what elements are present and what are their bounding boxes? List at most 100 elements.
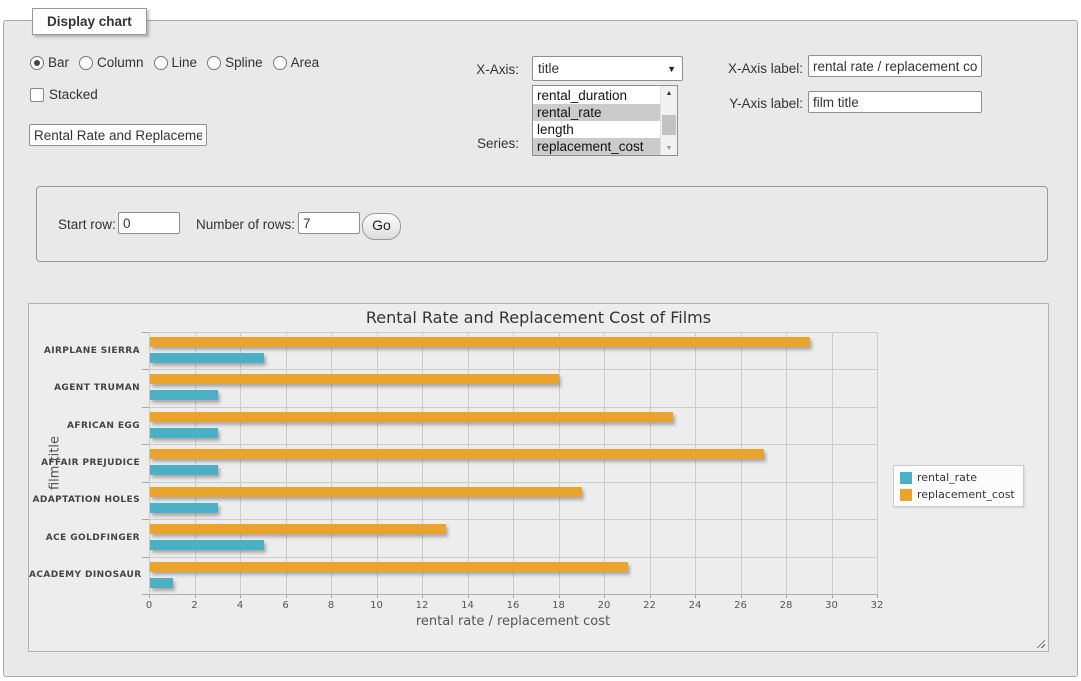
legend-swatch-icon <box>900 472 912 484</box>
replacement_cost-bar[interactable] <box>150 449 764 459</box>
chart-type-spline[interactable]: Spline <box>207 55 263 70</box>
gridline <box>422 332 423 594</box>
x-tick-label: 16 <box>507 600 520 611</box>
gridline <box>149 407 877 408</box>
gridline <box>149 332 877 333</box>
x-tick-label: 26 <box>734 600 747 611</box>
gridline <box>604 332 605 594</box>
replacement_cost-bar[interactable] <box>150 524 446 534</box>
chart-type-column[interactable]: Column <box>79 55 144 70</box>
start-row-label: Start row: <box>58 217 116 232</box>
gridline <box>741 332 742 594</box>
chart: Rental Rate and Replacement Cost of Film… <box>28 303 1049 652</box>
gridline <box>786 332 787 594</box>
resize-handle-icon[interactable] <box>1035 638 1045 648</box>
gridline <box>695 332 696 594</box>
x-axis-select[interactable]: title ▼ <box>532 56 683 81</box>
series-option-length[interactable]: length <box>533 121 660 138</box>
x-tick-label: 22 <box>643 600 656 611</box>
replacement_cost-bar[interactable] <box>150 412 673 422</box>
chevron-down-icon: ▼ <box>667 64 682 74</box>
category-label: AGENT TRUMAN <box>29 383 140 393</box>
replacement_cost-bar[interactable] <box>150 562 628 572</box>
gridline <box>149 482 877 483</box>
stacked-checkbox-row[interactable]: Stacked <box>30 87 98 102</box>
num-rows-input[interactable] <box>298 212 360 234</box>
y-tick <box>142 407 149 408</box>
rental_rate-bar[interactable] <box>150 353 264 363</box>
x-axis-line <box>149 594 878 595</box>
legend-label: rental_rate <box>917 471 977 484</box>
gridline <box>149 369 877 370</box>
category-label: AFRICAN EGG <box>29 421 140 431</box>
radio-icon[interactable] <box>79 56 93 70</box>
series-option-rental_rate[interactable]: rental_rate <box>533 104 660 121</box>
radio-icon[interactable] <box>30 56 44 70</box>
y-axis-label-caption: Y-Axis label: <box>703 96 803 111</box>
gridline <box>877 332 878 594</box>
radio-label: Spline <box>225 55 263 70</box>
radio-label: Line <box>172 55 198 70</box>
chart-type-line[interactable]: Line <box>154 55 198 70</box>
row-controls-box <box>36 186 1048 262</box>
rental_rate-bar[interactable] <box>150 465 218 475</box>
rental_rate-bar[interactable] <box>150 578 173 588</box>
x-tick-label: 0 <box>146 600 152 611</box>
y-tick <box>142 594 149 595</box>
scroll-up-icon[interactable]: ▲ <box>661 86 677 100</box>
rental_rate-bar[interactable] <box>150 540 264 550</box>
series-option-rental_duration[interactable]: rental_duration <box>533 87 660 104</box>
rental_rate-bar[interactable] <box>150 390 218 400</box>
y-tick <box>142 369 149 370</box>
radio-icon[interactable] <box>273 56 287 70</box>
series-listbox[interactable]: rental_durationrental_ratelengthreplacem… <box>532 85 678 156</box>
stacked-checkbox[interactable] <box>30 88 44 102</box>
radio-icon[interactable] <box>154 56 168 70</box>
category-label: AFFAIR PREJUDICE <box>29 458 140 468</box>
series-option-replacement_cost[interactable]: replacement_cost <box>533 138 660 155</box>
stacked-label: Stacked <box>49 87 98 102</box>
rental_rate-bar[interactable] <box>150 503 218 513</box>
chart-type-bar[interactable]: Bar <box>30 55 69 70</box>
gridline <box>149 332 150 594</box>
radio-label: Bar <box>48 55 69 70</box>
scroll-down-icon[interactable]: ▼ <box>661 141 677 155</box>
x-axis-title: rental rate / replacement cost <box>149 614 877 629</box>
gridline <box>286 332 287 594</box>
gridline <box>832 332 833 594</box>
chart-title-input[interactable] <box>29 124 207 146</box>
legend-item-replacement_cost[interactable]: replacement_cost <box>900 488 1015 501</box>
x-axis-selected-value: title <box>533 61 667 76</box>
x-tick-label: 24 <box>689 600 702 611</box>
radio-icon[interactable] <box>207 56 221 70</box>
replacement_cost-bar[interactable] <box>150 337 810 347</box>
x-tick-label: 14 <box>461 600 474 611</box>
scrollbar-thumb[interactable] <box>662 115 676 135</box>
rental_rate-bar[interactable] <box>150 428 218 438</box>
category-label: AIRPLANE SIERRA <box>29 346 140 356</box>
go-button[interactable]: Go <box>362 213 401 240</box>
category-label: ACE GOLDFINGER <box>29 533 140 543</box>
y-axis-title: film title <box>48 436 63 490</box>
gridline <box>559 332 560 594</box>
y-tick <box>142 444 149 445</box>
gridline <box>331 332 332 594</box>
x-tick-label: 8 <box>328 600 334 611</box>
x-tick-label: 28 <box>780 600 793 611</box>
replacement_cost-bar[interactable] <box>150 374 559 384</box>
legend-label: replacement_cost <box>917 488 1015 501</box>
legend-item-rental_rate[interactable]: rental_rate <box>900 471 1015 484</box>
y-tick <box>142 482 149 483</box>
scrollbar[interactable]: ▲ ▼ <box>660 86 677 155</box>
radio-label: Column <box>97 55 144 70</box>
x-tick-label: 30 <box>825 600 838 611</box>
start-row-input[interactable] <box>118 212 180 234</box>
replacement_cost-bar[interactable] <box>150 487 582 497</box>
y-tick <box>142 332 149 333</box>
gridline <box>149 444 877 445</box>
y-axis-label-input[interactable] <box>808 91 982 113</box>
x-tick-label: 6 <box>282 600 288 611</box>
x-axis-label-input[interactable] <box>808 55 982 77</box>
gridline <box>377 332 378 594</box>
chart-type-area[interactable]: Area <box>273 55 320 70</box>
